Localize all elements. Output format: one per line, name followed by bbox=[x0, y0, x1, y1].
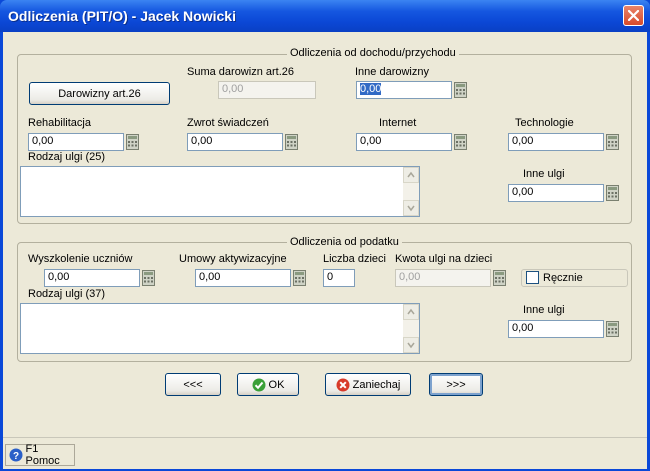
inne-darowizny-field[interactable]: 0,00 bbox=[356, 81, 452, 99]
scroll-down-button[interactable] bbox=[403, 337, 419, 353]
cancel-button[interactable]: Zaniechaj bbox=[325, 373, 411, 396]
internet-label: Internet bbox=[379, 117, 417, 129]
calculator-icon[interactable] bbox=[285, 134, 298, 150]
calculator-icon[interactable] bbox=[142, 270, 155, 286]
next-button[interactable]: >>> bbox=[429, 373, 483, 396]
scrollbar[interactable] bbox=[403, 304, 419, 353]
liczba-dzieci-label: Liczba dzieci bbox=[323, 253, 386, 265]
status-bar: ? F1 Pomoc bbox=[3, 437, 647, 469]
scroll-down-button[interactable] bbox=[403, 200, 419, 216]
rodzaj-ulgi-37-textarea[interactable] bbox=[20, 303, 420, 354]
inne-ulgi-field[interactable]: 0,00 bbox=[508, 184, 604, 202]
suma-darowizn-label: Suma darowizn art.26 bbox=[187, 66, 294, 78]
cancel-icon bbox=[336, 378, 350, 391]
zwrot-swiadczen-field[interactable]: 0,00 bbox=[187, 133, 283, 151]
recznie-checkbox[interactable] bbox=[526, 271, 539, 284]
scroll-up-button[interactable] bbox=[403, 167, 419, 183]
donations-button[interactable]: Darowizny art.26 bbox=[29, 82, 170, 105]
dialog-body: Odliczenia od dochodu/przychodu Darowizn… bbox=[3, 32, 647, 469]
help-button[interactable]: ? F1 Pomoc bbox=[5, 443, 75, 467]
calculator-icon[interactable] bbox=[606, 321, 619, 337]
title-bar[interactable]: Odliczenia (PIT/O) - Jacek Nowicki bbox=[0, 0, 650, 32]
zwrot-swiadczen-label: Zwrot świadczeń bbox=[187, 117, 269, 129]
rodzaj-ulgi-25-textarea[interactable] bbox=[20, 166, 420, 217]
help-icon: ? bbox=[9, 448, 23, 462]
ok-button[interactable]: OK bbox=[237, 373, 299, 396]
calculator-icon[interactable] bbox=[606, 185, 619, 201]
dialog-window: Odliczenia (PIT/O) - Jacek Nowicki Odlic… bbox=[0, 0, 650, 471]
calculator-icon[interactable] bbox=[493, 270, 506, 286]
suma-darowizn-field: 0,00 bbox=[218, 81, 316, 99]
liczba-dzieci-field[interactable]: 0 bbox=[323, 269, 355, 287]
calculator-icon[interactable] bbox=[293, 270, 306, 286]
calculator-icon[interactable] bbox=[454, 134, 467, 150]
scrollbar[interactable] bbox=[403, 167, 419, 216]
rodzaj-ulgi-37-label: Rodzaj ulgi (37) bbox=[28, 288, 106, 300]
income-group-title: Odliczenia od dochodu/przychodu bbox=[287, 47, 459, 59]
calculator-icon[interactable] bbox=[606, 134, 619, 150]
inne-ulgi-label: Inne ulgi bbox=[523, 168, 565, 180]
umowy-label: Umowy aktywizacyjne bbox=[179, 253, 287, 265]
svg-text:?: ? bbox=[13, 451, 19, 462]
tax-group-title: Odliczenia od podatku bbox=[287, 236, 402, 248]
kwota-ulgi-field: 0,00 bbox=[395, 269, 491, 287]
umowy-field[interactable]: 0,00 bbox=[195, 269, 291, 287]
check-icon bbox=[252, 378, 266, 391]
rehabilitacja-label: Rehabilitacja bbox=[28, 117, 91, 129]
close-button[interactable] bbox=[623, 5, 644, 26]
wyszkolenie-label: Wyszkolenie uczniów bbox=[28, 253, 133, 265]
previous-button[interactable]: <<< bbox=[165, 373, 221, 396]
technologie-field[interactable]: 0,00 bbox=[508, 133, 604, 151]
inne-ulgi-tax-label: Inne ulgi bbox=[523, 304, 565, 316]
kwota-ulgi-label: Kwota ulgi na dzieci bbox=[395, 253, 493, 265]
calculator-icon[interactable] bbox=[126, 134, 139, 150]
scroll-up-button[interactable] bbox=[403, 304, 419, 320]
rehabilitacja-field[interactable]: 0,00 bbox=[28, 133, 124, 151]
technologie-label: Technologie bbox=[515, 117, 574, 129]
close-icon bbox=[628, 10, 639, 21]
window-title: Odliczenia (PIT/O) - Jacek Nowicki bbox=[8, 8, 236, 24]
recznie-label[interactable]: Ręcznie bbox=[543, 272, 583, 284]
inne-ulgi-tax-field[interactable]: 0,00 bbox=[508, 320, 604, 338]
calculator-icon[interactable] bbox=[454, 82, 467, 98]
inne-darowizny-label: Inne darowizny bbox=[355, 66, 429, 78]
wyszkolenie-field[interactable]: 0,00 bbox=[44, 269, 140, 287]
internet-field[interactable]: 0,00 bbox=[356, 133, 452, 151]
rodzaj-ulgi-25-label: Rodzaj ulgi (25) bbox=[28, 151, 106, 163]
